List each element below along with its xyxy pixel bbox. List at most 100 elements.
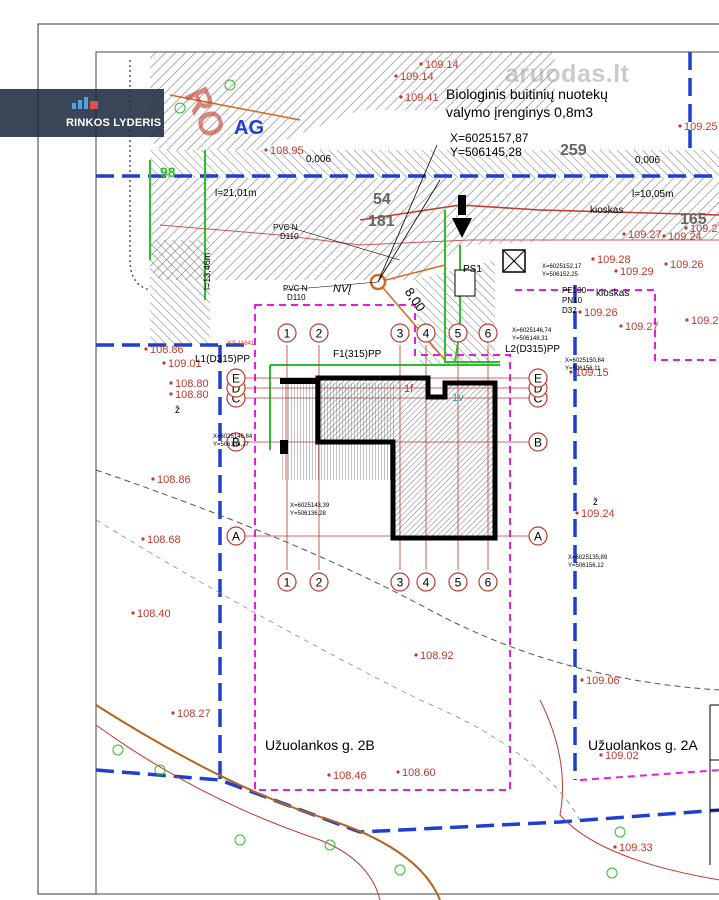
l1-label: L1(D315)PP <box>195 354 250 365</box>
coord-3-y: Y=506134,27 <box>213 442 250 448</box>
grid-row-A-right: A <box>528 526 548 546</box>
ks-label: KS-11641 <box>228 341 255 347</box>
grid-col-1-top: 1 <box>277 323 297 343</box>
distance-1: l=21,01m <box>215 188 256 199</box>
elevation-label: 108.80 <box>175 389 209 401</box>
elevation-label: 108.86 <box>150 344 184 356</box>
pvc-label-1: PVC N <box>273 223 298 232</box>
grid-col-5-top: 5 <box>448 323 468 343</box>
elevation-label: 109.28 <box>597 254 631 266</box>
svg-text:2: 2 <box>316 576 323 590</box>
svg-text:1: 1 <box>284 576 291 590</box>
svg-text:A: A <box>534 530 542 544</box>
svg-text:3: 3 <box>397 327 404 341</box>
pe-label: PE100 <box>562 286 587 295</box>
elevation-label: 108.40 <box>137 608 171 620</box>
elevation-label: 108.60 <box>402 767 436 779</box>
elevation-label: 108.95 <box>270 145 304 157</box>
elevation-dot <box>685 318 689 322</box>
elevation-label: 109.33 <box>619 842 653 854</box>
watermark: aruodas.lt <box>505 60 630 88</box>
coord-3-x: X=6025146,84 <box>213 434 253 440</box>
elevation-dot <box>169 392 173 396</box>
elevation-dot <box>419 62 423 66</box>
elevation-dot <box>131 611 135 615</box>
elevation-dot <box>613 845 617 849</box>
elevation-label: 108.92 <box>420 650 454 662</box>
grid-col-2-top: 2 <box>309 323 329 343</box>
grid-row-E-left: E <box>226 368 246 388</box>
ps1-label: PS1 <box>463 264 482 275</box>
coord-1-y: Y=506148,31 <box>512 336 549 342</box>
elevation-label: 109.06 <box>586 675 620 687</box>
kioskas-label-1: kioskas <box>590 205 623 216</box>
elevation-dot <box>580 678 584 682</box>
elevation-dot <box>414 653 418 657</box>
distance-3: l=13,46m <box>202 253 212 290</box>
elevation-dot <box>578 310 582 314</box>
elevation-dot <box>264 148 268 152</box>
elevation-label: 108.86 <box>157 474 191 486</box>
elevation-label: 108.27 <box>177 708 211 720</box>
coord-6-x: X=6025152,17 <box>542 264 582 270</box>
brand-badge-label: RINKOS LYDERIS <box>66 117 162 129</box>
pvc-diam-2: D110 <box>287 293 306 302</box>
grid-col-2-bottom: 2 <box>309 572 329 592</box>
grid-col-6-bottom: 6 <box>478 572 498 592</box>
elevation-dot <box>662 234 666 238</box>
elevation-dot <box>396 770 400 774</box>
coord-5-y: Y=506156,12 <box>568 563 605 569</box>
elevation-dot <box>619 324 623 328</box>
kioskas-label-2: kioskas <box>596 288 629 299</box>
l2-label: L2(D315)PP <box>505 344 560 355</box>
svg-text:4: 4 <box>423 327 430 341</box>
lot-181: 181 <box>368 213 395 230</box>
svg-text:6: 6 <box>485 576 492 590</box>
coord-2-y: Y=506156,11 <box>565 366 601 372</box>
elevation-dot <box>614 269 618 273</box>
coord-2-x: X=6025150,84 <box>565 358 605 364</box>
nvi-label: NVĮ <box>333 283 351 295</box>
elevation-dot <box>327 773 331 777</box>
coord-4-x: X=6025143,39 <box>290 503 330 509</box>
pvc-diam-1: D110 <box>280 232 299 241</box>
slope-1: 0,006 <box>306 154 331 165</box>
elevation-dot <box>599 753 603 757</box>
elevation-dot <box>144 347 148 351</box>
svg-text:2: 2 <box>316 327 323 341</box>
distance-2: l=10,05m <box>632 189 673 200</box>
elevation-label: 109.29 <box>620 266 654 278</box>
elevation-dot <box>575 511 579 515</box>
elevation-dot <box>664 262 668 266</box>
coord-6-y: Y=506152,25 <box>542 272 579 278</box>
grid-col-6-top: 6 <box>478 323 498 343</box>
svg-text:5: 5 <box>455 327 462 341</box>
grid-col-3-bottom: 3 <box>390 572 410 592</box>
elevation-label: 108.68 <box>147 534 181 546</box>
coord-4-y: Y=506136,28 <box>290 511 327 517</box>
grid-row-E-right: E <box>528 368 548 388</box>
mark-1f: 1f <box>404 383 414 395</box>
elevation-label: 109.14 <box>400 71 434 83</box>
z-mark-2: ž <box>593 497 598 508</box>
elevation-dot <box>171 711 175 715</box>
elevation-dot <box>162 361 166 365</box>
grid-col-1-bottom: 1 <box>277 572 297 592</box>
elevation-dot <box>678 124 682 128</box>
f1-label: F1(315)PP <box>333 349 382 360</box>
coord-1-x: X=6025146,74 <box>512 328 552 334</box>
elevation-label: 109.25 <box>684 121 718 133</box>
coord-top-x: X=6025157,87 <box>450 131 529 145</box>
grid-row-A-left: A <box>226 526 246 546</box>
lot-259: 259 <box>560 142 587 159</box>
elevation-label: 109.41 <box>405 92 439 104</box>
elevation-dot <box>591 257 595 261</box>
lot-98: 98 <box>160 164 176 180</box>
elevation-label: 109.26 <box>584 307 618 319</box>
elevation-dot <box>399 95 403 99</box>
slope-2: 0,006 <box>635 155 660 166</box>
lot-54: 54 <box>373 191 391 208</box>
z-mark-1: ž <box>175 405 180 416</box>
coord-5-x: X=6025135,89 <box>568 555 608 561</box>
svg-text:5: 5 <box>455 576 462 590</box>
